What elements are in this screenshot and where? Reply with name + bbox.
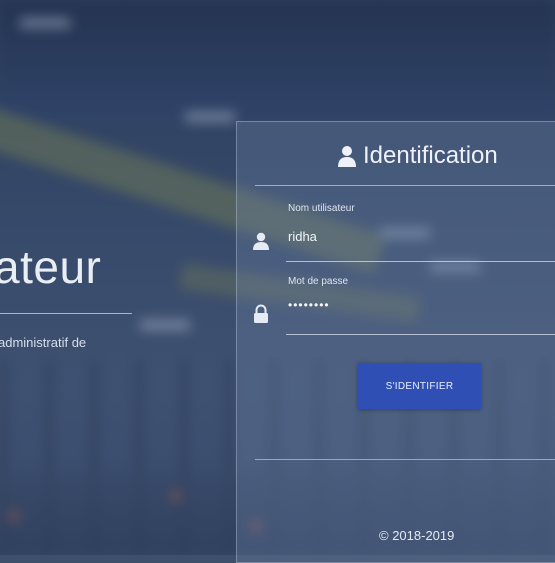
hero-subtitle: administratif de — [0, 335, 87, 350]
password-input[interactable]: •••••••• — [288, 298, 548, 318]
user-icon — [252, 231, 270, 251]
lock-icon — [252, 304, 270, 324]
login-button[interactable]: S'IDENTIFIER — [358, 363, 481, 409]
password-label: Mot de passe — [288, 276, 349, 287]
username-input[interactable] — [288, 226, 548, 246]
login-panel: Identification Nom utilisateur Mot de pa… — [236, 121, 555, 563]
hero-divider — [0, 313, 132, 314]
title-divider — [255, 185, 555, 186]
password-underline — [286, 334, 555, 335]
copyright-text: © 2018-2019 — [379, 528, 455, 543]
username-underline — [286, 261, 555, 262]
footer-divider — [255, 459, 555, 460]
login-title: Identification — [337, 142, 498, 170]
user-icon — [337, 144, 357, 168]
username-label: Nom utilisateur — [288, 203, 355, 214]
hero-title: ateur — [0, 241, 102, 293]
login-title-text: Identification — [363, 142, 498, 169]
